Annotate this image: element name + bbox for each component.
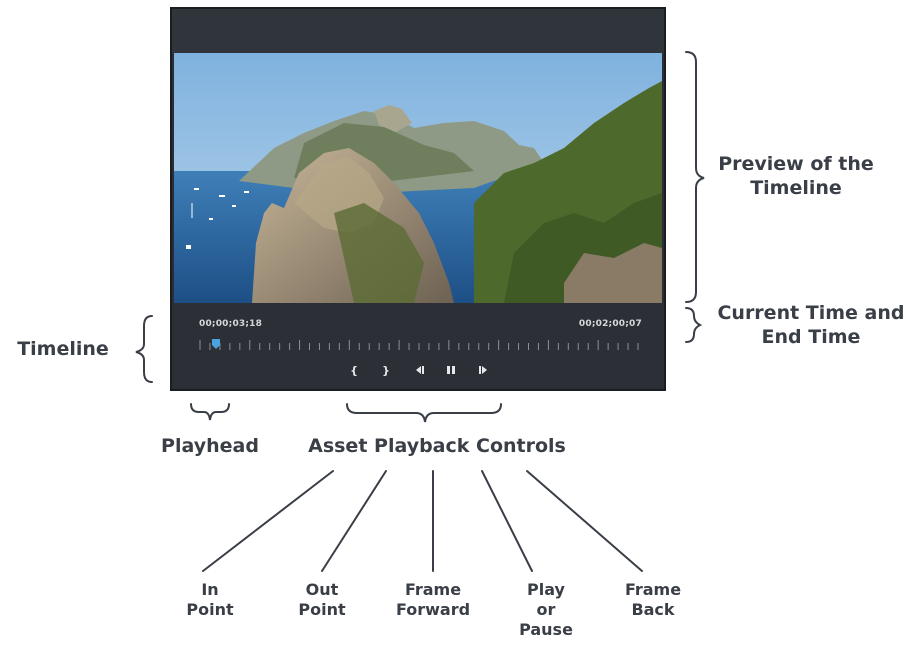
- label-frame-back: Frame Back: [624, 580, 682, 619]
- out-point-button[interactable]: }: [377, 363, 395, 379]
- time-bracket: [685, 307, 703, 343]
- label-out-point: Out Point: [298, 580, 346, 619]
- timeline[interactable]: [199, 339, 639, 351]
- step-back-icon: [416, 366, 424, 374]
- asset-playback-controls: { }: [172, 363, 664, 379]
- playhead[interactable]: [211, 338, 221, 350]
- controls-bracket: [346, 403, 502, 423]
- player-header: [172, 9, 664, 53]
- timeline-bracket: [135, 315, 153, 383]
- label-current-end-time: Current Time and End Time: [717, 302, 905, 348]
- label-frame-forward: Frame Forward: [395, 580, 471, 619]
- asset-player: 00;00;03;18 00;02;00;07 { }: [170, 7, 666, 391]
- timeline-ticks: [199, 340, 639, 350]
- pause-icon: [447, 366, 455, 374]
- end-time: 00;02;00;07: [578, 319, 642, 329]
- preview-bracket: [685, 51, 705, 303]
- current-time: 00;00;03;18: [199, 319, 263, 329]
- in-point-pointer: [202, 470, 334, 572]
- label-asset-playback-controls: Asset Playback Controls: [308, 435, 566, 457]
- out-point-pointer: [321, 470, 387, 572]
- playhead-bracket: [190, 403, 230, 421]
- frame-back-pointer: [526, 470, 643, 572]
- label-playhead: Playhead: [161, 435, 259, 457]
- frame-back-button[interactable]: [474, 363, 492, 379]
- timeline-preview: [174, 53, 662, 303]
- label-timeline: Timeline: [17, 338, 109, 360]
- frame-forward-button[interactable]: [411, 363, 429, 379]
- play-pause-button[interactable]: [442, 363, 460, 379]
- preview-image: [174, 53, 662, 303]
- label-preview: Preview of the Timeline: [718, 153, 874, 199]
- in-point-button[interactable]: {: [345, 363, 363, 379]
- step-forward-icon: [479, 366, 487, 374]
- label-play-or-pause: Play or Pause: [519, 580, 573, 639]
- player-controls-area: 00;00;03;18 00;02;00;07 { }: [172, 303, 664, 389]
- label-in-point: In Point: [186, 580, 234, 619]
- play-pause-pointer: [481, 470, 533, 572]
